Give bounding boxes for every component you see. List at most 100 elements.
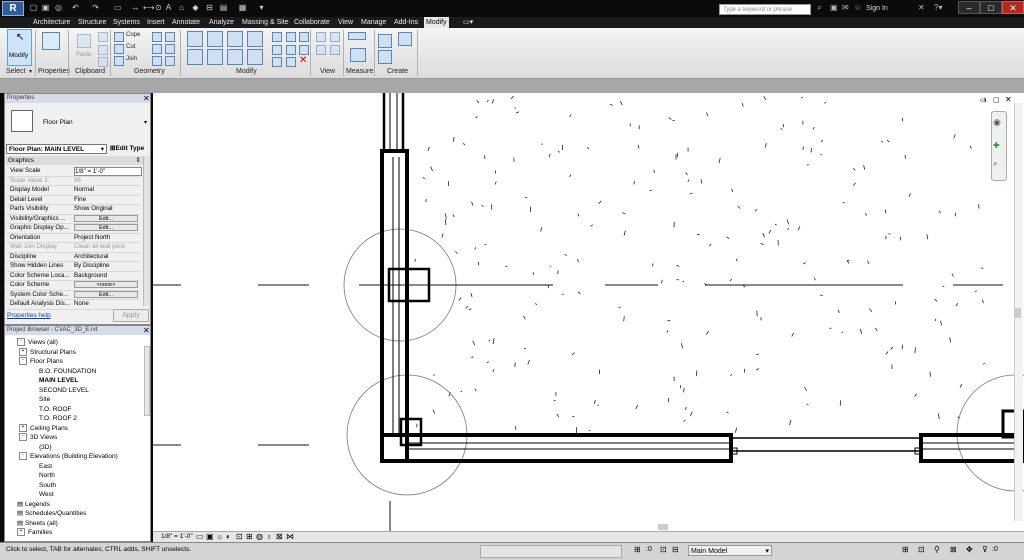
align-icon[interactable] (187, 31, 203, 47)
open-icon[interactable]: ▢ (28, 3, 39, 13)
split-gap-icon[interactable] (272, 45, 282, 55)
tab-massing-site[interactable]: Massing & Site (242, 17, 289, 28)
search-input[interactable]: Type a keyword or phrase (719, 4, 811, 15)
delete-icon[interactable]: ✕ (299, 55, 307, 66)
measure-along-icon[interactable] (350, 48, 366, 62)
override-graphics-icon[interactable] (316, 32, 326, 42)
join-icon[interactable] (114, 56, 124, 66)
split-icon[interactable] (272, 32, 282, 42)
browser-item[interactable]: SECOND LEVEL (39, 386, 89, 395)
measure-between-icon[interactable] (348, 32, 366, 40)
vertical-scroll-thumb[interactable] (1015, 308, 1021, 318)
drawing-canvas[interactable]: ◉ ✚ ⌕ ▭ ▢ ✕ (153, 93, 1024, 531)
thin-lines-icon[interactable]: ⊟ (204, 3, 215, 13)
browser-item[interactable]: -Floor Plans (19, 357, 63, 366)
match-icon[interactable] (98, 57, 108, 67)
status-icon[interactable]: ⊡ (660, 545, 667, 554)
wall-joins-icon[interactable] (152, 44, 162, 54)
cut-icon[interactable] (114, 44, 124, 54)
floor-plan-drawing[interactable] (153, 93, 1024, 531)
horizontal-scroll-thumb[interactable] (658, 524, 668, 530)
sun-path-icon[interactable]: ☼ (216, 532, 223, 541)
close-button[interactable]: ✕ (1002, 1, 1024, 14)
browser-item[interactable]: +Structural Plans (19, 348, 76, 357)
close-icon[interactable]: ✕ (143, 94, 150, 103)
print-icon[interactable]: ▭ (112, 3, 123, 13)
select-links-icon[interactable]: ⊞ (902, 545, 909, 554)
collapse-icon[interactable]: - (19, 452, 27, 460)
properties-scrollbar[interactable] (143, 156, 150, 306)
edit-type-button[interactable]: ⊞Edit Type (110, 144, 144, 152)
browser-item[interactable]: Site (39, 395, 50, 404)
show-crop-icon[interactable]: ⊞ (246, 532, 253, 541)
browser-item[interactable]: T.O. ROOF (39, 405, 72, 414)
text-icon[interactable]: A (163, 3, 174, 13)
trim-single-icon[interactable] (272, 57, 282, 67)
select-pinned-icon[interactable]: ⚲ (934, 545, 940, 554)
tab-manage[interactable]: Manage (361, 17, 386, 28)
pin-icon[interactable] (299, 45, 309, 55)
linework-icon[interactable] (330, 32, 340, 42)
redo-icon[interactable]: ↷ (90, 3, 101, 13)
temp-hide-icon[interactable] (330, 45, 340, 55)
array-icon[interactable] (286, 32, 296, 42)
detail-level-icon[interactable]: ▭ (196, 532, 204, 541)
tab-insert[interactable]: Insert (147, 17, 165, 28)
workset-icon[interactable]: ⊞ (634, 545, 641, 554)
select-face-icon[interactable]: ⊠ (950, 545, 957, 554)
rotate-icon[interactable] (227, 49, 243, 65)
join-button[interactable]: Join (126, 56, 137, 62)
main-model-selector[interactable]: Main Model ▾ (688, 545, 772, 556)
view-restore-icon[interactable]: ▭ (980, 96, 987, 104)
section-icon[interactable]: ◆ (190, 3, 201, 13)
mirror-draw-icon[interactable] (247, 31, 263, 47)
exchange-icon[interactable]: ✕ (918, 3, 925, 13)
cope-button[interactable]: Cope (126, 32, 140, 38)
analysis-icon[interactable]: ⊠ (276, 532, 283, 541)
browser-item[interactable]: ▤ Legends (17, 500, 50, 509)
cope-icon[interactable] (114, 32, 124, 42)
view-scale-selector[interactable]: 1/8" = 1'-0" (161, 533, 193, 540)
browser-item[interactable]: T.O. ROOF 2 (39, 414, 77, 423)
crop-view-icon[interactable]: ⊡ (236, 532, 243, 541)
property-edit-button[interactable]: Edit... (74, 224, 138, 231)
cut-button[interactable]: Cut (126, 44, 135, 50)
minimize-button[interactable]: – (958, 1, 980, 14)
help-icon[interactable]: ?▾ (934, 3, 942, 13)
browser-item[interactable]: West (39, 490, 54, 499)
sync-icon[interactable]: ◎ (53, 3, 64, 13)
browser-item[interactable]: -Elevations (Building Elevation) (19, 452, 118, 461)
view-close-icon[interactable]: ✕ (1005, 95, 1012, 104)
expand-icon[interactable]: + (19, 424, 27, 432)
property-row[interactable]: Default Analysis Dis...None (7, 299, 140, 310)
demolish-face-icon[interactable] (165, 44, 175, 54)
tab-collaborate[interactable]: Collaborate (294, 17, 330, 28)
copy-icon[interactable] (207, 49, 223, 65)
reveal-hidden-icon[interactable]: ♁ (266, 532, 272, 541)
property-edit-button[interactable]: Edit... (74, 215, 138, 222)
instance-selector[interactable]: Floor Plan: MAIN LEVEL ▾ (6, 144, 107, 154)
browser-item[interactable]: +Ceiling Plans (19, 424, 68, 433)
browser-item[interactable]: {3D} (39, 443, 52, 452)
communication-icon[interactable]: ✉ (842, 3, 849, 13)
subscription-icon[interactable]: ▣ (830, 3, 838, 13)
property-edit-button[interactable]: Edit... (74, 291, 138, 298)
close-hidden-icon[interactable]: ▤ (218, 3, 229, 13)
browser-item[interactable]: B.O. FOUNDATION (39, 367, 96, 376)
select-dropdown-icon[interactable]: ▾ (29, 68, 32, 75)
scale-icon[interactable] (299, 32, 309, 42)
qat-dropdown-icon[interactable]: ▾ (256, 3, 267, 13)
browser-scrollbar[interactable] (144, 346, 150, 416)
sign-in-link[interactable]: Sign In (866, 5, 888, 12)
mirror-axis-icon[interactable] (227, 31, 243, 47)
maximize-button[interactable]: □ (980, 1, 1002, 14)
split-face-icon[interactable] (152, 32, 162, 42)
unjoin-icon[interactable] (152, 56, 162, 66)
ribbon-minimize-icon[interactable]: ▭▾ (463, 17, 473, 28)
tab-annotate[interactable]: Annotate (172, 17, 200, 28)
tab-add-ins[interactable]: Add-Ins (394, 17, 418, 28)
undo-icon[interactable]: ↶ (70, 3, 81, 13)
properties-help-link[interactable]: Properties help (7, 312, 51, 319)
view-cube-icon[interactable]: ◉ (993, 117, 1001, 128)
create-similar-icon[interactable] (378, 50, 392, 64)
